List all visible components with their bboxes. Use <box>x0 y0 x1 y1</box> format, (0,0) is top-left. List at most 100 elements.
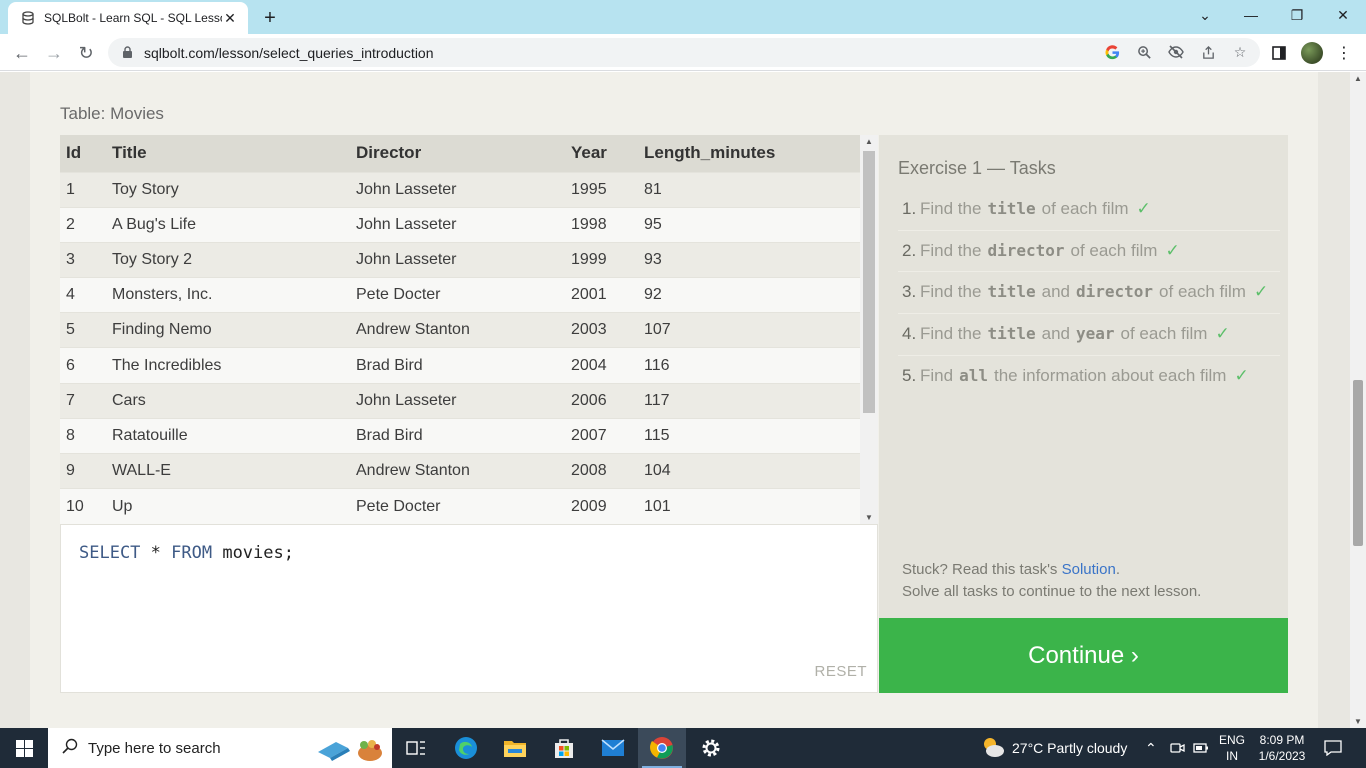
sql-query-text[interactable]: SELECT * FROM movies; <box>79 543 294 563</box>
column-header: Length_minutes <box>638 135 860 172</box>
tab-search-icon[interactable]: ⌄ <box>1182 0 1228 30</box>
notifications-icon[interactable] <box>1324 728 1342 768</box>
eye-off-icon[interactable] <box>1167 43 1185 61</box>
browser-toolbar: ← → ↻ sqlbolt.com/lesson/select_queries_… <box>0 34 1366 71</box>
taskbar-search-box[interactable]: Type here to search <box>48 728 392 768</box>
minimize-button[interactable]: — <box>1228 0 1274 30</box>
table-scroll-thumb[interactable] <box>863 151 875 413</box>
reset-button[interactable]: RESET <box>814 663 867 680</box>
solve-all-text: Solve all tasks to continue to the next … <box>902 583 1202 600</box>
table-cell: Ratatouille <box>106 417 350 454</box>
table-cell: 3 <box>60 241 106 278</box>
task-keyword: all <box>959 365 988 385</box>
clock[interactable]: 8:09 PM 1/6/2023 <box>1256 728 1308 768</box>
table-cell: Andrew Stanton <box>350 312 565 348</box>
table-cell: 101 <box>638 488 860 524</box>
results-table-container[interactable]: Id Title Director Year Length_minutes 1T… <box>60 135 878 524</box>
page-scroll-thumb[interactable] <box>1353 380 1363 546</box>
table-row: 4 Monsters, Inc. Pete Docter 2001 92 <box>60 277 860 313</box>
reload-button[interactable]: ↻ <box>72 39 100 67</box>
forward-button[interactable]: → <box>40 39 68 67</box>
column-header: Year <box>565 135 638 172</box>
task-keyword: director <box>1075 282 1154 302</box>
show-hidden-icons-icon[interactable]: ⌃ <box>1145 728 1157 768</box>
sql-token: * <box>140 543 172 563</box>
checkmark-icon: ✓ <box>1136 199 1151 218</box>
table-cell: 2007 <box>565 417 638 454</box>
bookmark-star-icon[interactable]: ☆ <box>1231 43 1249 61</box>
table-cell: Brad Bird <box>350 417 565 454</box>
table-cell: 1995 <box>565 171 638 208</box>
table-row: 1 Toy Story John Lasseter 1995 81 <box>60 171 860 208</box>
task-item: 4. Find the title and year of each film ✓ <box>898 314 1280 356</box>
table-cell: 2004 <box>565 347 638 384</box>
stuck-suffix: . <box>1115 561 1120 578</box>
weather-text: 27°C Partly cloudy <box>1012 740 1128 756</box>
page-scroll-down-icon[interactable]: ▼ <box>1354 717 1362 726</box>
address-bar[interactable]: sqlbolt.com/lesson/select_queries_introd… <box>108 38 1260 67</box>
checkmark-icon: ✓ <box>1165 240 1180 260</box>
battery-icon[interactable] <box>1193 728 1209 768</box>
task-text-part: Find the <box>920 240 982 260</box>
language-indicator[interactable]: ENG IN <box>1219 728 1245 768</box>
task-number: 4. <box>902 323 917 343</box>
back-button[interactable]: ← <box>8 39 36 67</box>
browser-tab[interactable]: SQLBolt - Learn SQL - SQL Lesson ✕ <box>8 2 248 34</box>
task-text-part: Find <box>920 365 954 385</box>
new-tab-button[interactable]: + <box>258 6 282 30</box>
restore-button[interactable]: ❐ <box>1274 0 1320 30</box>
share-icon[interactable] <box>1199 43 1217 61</box>
google-icon[interactable] <box>1103 43 1121 61</box>
file-explorer-icon[interactable] <box>491 728 539 768</box>
task-text: Find all the information about each film ✓ <box>920 364 1280 389</box>
table-cell: 9 <box>60 452 106 489</box>
table-cell: 93 <box>638 241 860 278</box>
continue-button[interactable]: Continue › <box>879 618 1288 693</box>
settings-gear-icon[interactable] <box>687 728 735 768</box>
close-window-button[interactable]: ✕ <box>1320 0 1366 30</box>
table-cell: 2006 <box>565 382 638 419</box>
task-text: Find the director of each film ✓ <box>920 239 1280 264</box>
table-scrollbar[interactable]: ▲ ▼ <box>860 135 878 524</box>
table-cell: 1998 <box>565 206 638 243</box>
zoom-icon[interactable] <box>1135 43 1153 61</box>
table-row: 6 The Incredibles Brad Bird 2004 116 <box>60 347 860 384</box>
exercise-title: Exercise 1 — Tasks <box>898 158 1056 178</box>
task-item: 3. Find the title and director of each film ✓ <box>898 272 1280 314</box>
sql-editor[interactable]: SELECT * FROM movies; RESET <box>60 524 878 693</box>
language-code: ENG <box>1219 733 1246 747</box>
meet-now-icon[interactable] <box>1169 728 1185 768</box>
menu-kebab-icon[interactable]: ⋮ <box>1333 42 1355 64</box>
table-cell: 10 <box>60 488 106 524</box>
edge-browser-icon[interactable] <box>442 728 490 768</box>
table-cell: 92 <box>638 277 860 313</box>
page-scroll-up-icon[interactable]: ▲ <box>1354 74 1362 83</box>
help-text: Stuck? Read this task's Solution. Solve … <box>902 559 1201 603</box>
close-tab-icon[interactable]: ✕ <box>222 10 238 26</box>
weather-widget[interactable]: 27°C Partly cloudy <box>980 728 1127 768</box>
checkmark-icon: ✓ <box>1253 282 1269 302</box>
task-text-part: of each film <box>1041 199 1129 218</box>
solution-link[interactable]: Solution <box>1062 561 1116 578</box>
task-number: 2. <box>902 240 917 260</box>
mail-icon[interactable] <box>589 728 637 768</box>
task-view-icon[interactable] <box>392 728 440 768</box>
side-panel-icon[interactable] <box>1268 42 1290 64</box>
table-cell: 115 <box>638 417 860 454</box>
microsoft-store-icon[interactable] <box>540 728 588 768</box>
profile-avatar[interactable] <box>1301 42 1323 64</box>
exercise-panel: Exercise 1 — Tasks 1. Find the title of eac… <box>879 135 1288 618</box>
windows-start-icon[interactable] <box>0 728 48 768</box>
table-cell: John Lasseter <box>350 206 565 243</box>
scroll-up-arrow-icon[interactable]: ▲ <box>865 137 873 146</box>
page-scrollbar[interactable]: ▲ ▼ <box>1350 72 1366 728</box>
region-code: IN <box>1226 749 1238 763</box>
task-keyword: title <box>987 282 1036 302</box>
chrome-icon[interactable] <box>638 728 686 768</box>
table-cell: Finding Nemo <box>106 312 350 348</box>
task-text-part: Find the <box>920 282 982 302</box>
scroll-down-arrow-icon[interactable]: ▼ <box>865 513 873 522</box>
table-cell: 107 <box>638 312 860 348</box>
table-cell: 116 <box>638 347 860 384</box>
table-cell: 6 <box>60 347 106 384</box>
